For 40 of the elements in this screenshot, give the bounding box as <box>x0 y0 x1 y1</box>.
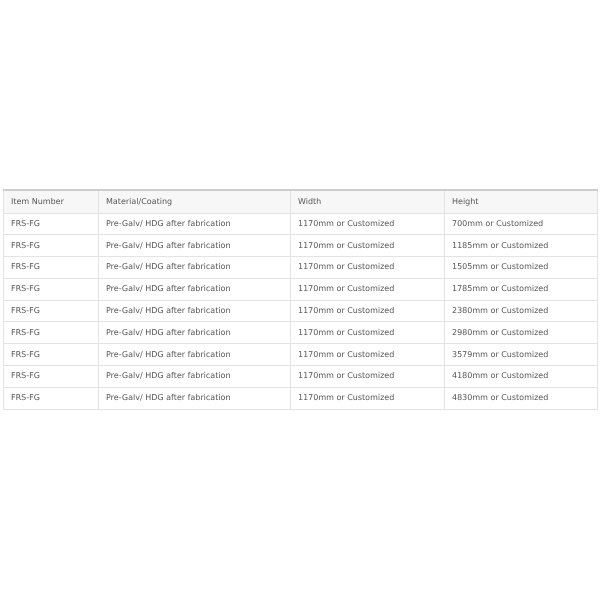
table-cell: Pre-Galv/ HDG after fabrication <box>98 278 290 300</box>
table-cell: FRS-FG <box>4 366 98 388</box>
column-header: Height <box>444 190 598 213</box>
table-cell: Pre-Galv/ HDG after fabrication <box>98 387 290 410</box>
table-cell: 1185mm or Customized <box>444 234 598 257</box>
table-cell: FRS-FG <box>4 344 98 366</box>
table-cell: FRS-FG <box>4 387 98 410</box>
table-cell: FRS-FG <box>4 234 98 257</box>
table-cell: 4830mm or Customized <box>444 387 598 410</box>
table-cell: 1170mm or Customized <box>290 322 444 344</box>
table-cell: 1170mm or Customized <box>290 366 444 388</box>
table-cell: 3579mm or Customized <box>444 344 598 366</box>
table-cell: 1170mm or Customized <box>290 234 444 257</box>
column-header: Item Number <box>4 190 98 213</box>
table-cell: 1170mm or Customized <box>290 344 444 366</box>
table-cell: FRS-FG <box>4 322 98 344</box>
table-cell: 1170mm or Customized <box>290 256 444 278</box>
table-cell: 1505mm or Customized <box>444 256 598 278</box>
table-cell: 1170mm or Customized <box>290 278 444 300</box>
table-cell: 2980mm or Customized <box>444 322 598 344</box>
table-cell: 700mm or Customized <box>444 213 598 235</box>
table-cell: FRS-FG <box>4 256 98 278</box>
table-cell: Pre-Galv/ HDG after fabrication <box>98 322 290 344</box>
table-cell: 2380mm or Customized <box>444 300 598 322</box>
table-cell: Pre-Galv/ HDG after fabrication <box>98 234 290 257</box>
table-cell: FRS-FG <box>4 300 98 322</box>
table-cell: 4180mm or Customized <box>444 366 598 388</box>
table-cell: Pre-Galv/ HDG after fabrication <box>98 256 290 278</box>
column-header: Width <box>290 190 444 213</box>
table-cell: Pre-Galv/ HDG after fabrication <box>98 300 290 322</box>
table-cell: Pre-Galv/ HDG after fabrication <box>98 213 290 235</box>
table-cell: FRS-FG <box>4 278 98 300</box>
table-cell: 1170mm or Customized <box>290 300 444 322</box>
table-cell: FRS-FG <box>4 213 98 235</box>
table-cell: 1170mm or Customized <box>290 387 444 410</box>
table-cell: 1170mm or Customized <box>290 213 444 235</box>
column-header: Material/Coating <box>98 190 290 213</box>
table-cell: Pre-Galv/ HDG after fabrication <box>98 366 290 388</box>
table-cell: 1785mm or Customized <box>444 278 598 300</box>
table-cell: Pre-Galv/ HDG after fabrication <box>98 344 290 366</box>
